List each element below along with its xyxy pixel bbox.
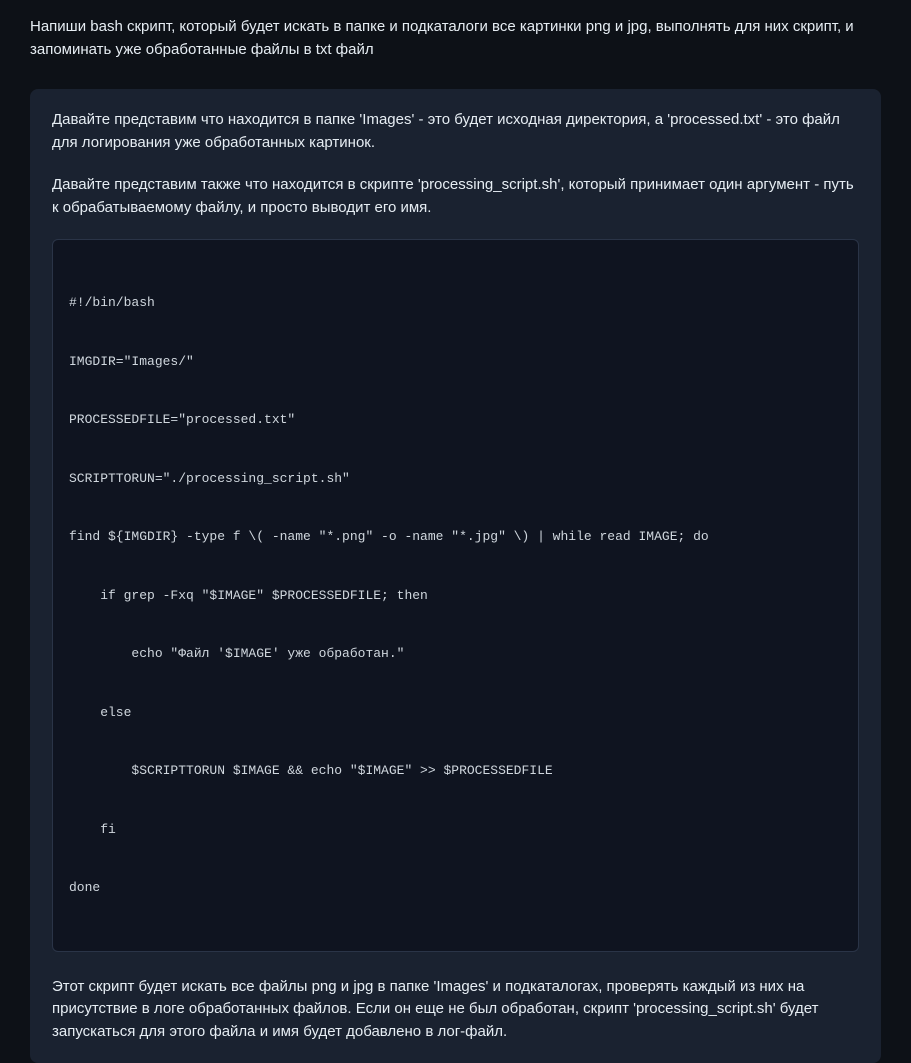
response-intro-2: Давайте представим также что находится в…: [52, 174, 859, 219]
user-prompt-text: Напиши bash скрипт, который будет искать…: [30, 18, 854, 58]
response-intro-1: Давайте представим что находится в папке…: [52, 109, 859, 154]
code-line: done: [69, 878, 842, 898]
code-block[interactable]: #!/bin/bash IMGDIR="Images/" PROCESSEDFI…: [52, 239, 859, 952]
code-line: #!/bin/bash: [69, 293, 842, 313]
code-line: if grep -Fxq "$IMAGE" $PROCESSEDFILE; th…: [69, 586, 842, 606]
code-line: $SCRIPTTORUN $IMAGE && echo "$IMAGE" >> …: [69, 761, 842, 781]
code-line: PROCESSEDFILE="processed.txt": [69, 410, 842, 430]
code-line: SCRIPTTORUN="./processing_script.sh": [69, 469, 842, 489]
code-line: find ${IMGDIR} -type f \( -name "*.png" …: [69, 527, 842, 547]
response-outro: Этот скрипт будет искать все файлы png и…: [52, 976, 859, 1044]
code-line: echo "Файл '$IMAGE' уже обработан.": [69, 644, 842, 664]
user-prompt: Напиши bash скрипт, который будет искать…: [30, 16, 881, 61]
code-line: fi: [69, 820, 842, 840]
assistant-response: Давайте представим что находится в папке…: [30, 89, 881, 1063]
code-line: IMGDIR="Images/": [69, 352, 842, 372]
code-line: else: [69, 703, 842, 723]
